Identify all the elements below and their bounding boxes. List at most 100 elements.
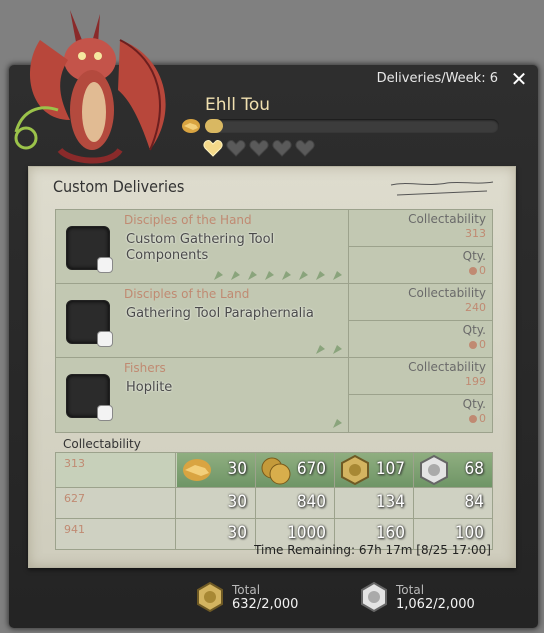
handshake-icon: [182, 119, 200, 133]
reward-cell: 670: [256, 453, 335, 487]
reward-value: 84: [464, 492, 484, 512]
npc-name: Ehll Tou: [205, 95, 271, 115]
pot-icon: [333, 271, 342, 280]
flask-icon: [316, 271, 325, 280]
item-count-icon: [469, 340, 477, 349]
reward-value: 107: [375, 459, 405, 479]
qty-label: Qty.: [462, 397, 486, 411]
collectability-value: 240: [465, 301, 486, 314]
rewards-table: 313 30 670 107 68 627 30 840 134 84 941 30 1000…: [55, 452, 493, 550]
entry-stats: Collectability 199 Qty. 0: [349, 358, 492, 432]
heart-empty-icon: [249, 140, 269, 157]
class-icons: [314, 343, 344, 356]
reward-row: 627 30 840 134 84: [56, 488, 492, 519]
close-icon[interactable]: ✕: [508, 68, 530, 90]
entry-item-name: Hoplite: [126, 380, 173, 395]
reward-cell: 84: [414, 488, 492, 518]
qty-label: Qty.: [462, 249, 486, 263]
delivery-entry: Disciples of the Hand Custom Gathering T…: [55, 209, 493, 285]
qty-value: 0: [479, 264, 486, 277]
leaf-icon: [333, 345, 342, 354]
entry-category: Disciples of the Land: [124, 287, 250, 301]
leaf-icon: [299, 271, 308, 280]
yellow-scrip-icon: [341, 454, 369, 486]
reward-cell: 134: [335, 488, 414, 518]
class-icons: [331, 417, 344, 430]
quantity-cell: Qty. 0: [349, 395, 492, 431]
entry-stats: Collectability 240 Qty. 0: [349, 284, 492, 358]
heart-empty-icon: [226, 140, 246, 157]
reward-value: 30: [227, 459, 247, 479]
delivery-item-slot[interactable]: Disciples of the Hand Custom Gathering T…: [56, 210, 349, 284]
signature-decoration: [390, 181, 494, 196]
reward-cell: 107: [335, 453, 414, 487]
delivery-item-slot[interactable]: Fishers Hoplite: [56, 358, 349, 432]
white-scrip-icon: [420, 454, 448, 486]
class-icons: [212, 269, 344, 282]
collectability-cell: Collectability 313: [349, 210, 492, 247]
reward-cell: 68: [414, 453, 492, 487]
collectability-label: Collectability: [408, 360, 486, 374]
time-remaining: Time Remaining: 67h 17m [8/25 17:00]: [254, 543, 491, 557]
delivery-item-icon: [66, 226, 113, 273]
paper-title: Custom Deliveries: [53, 177, 185, 196]
white-scrip-total: Total 1,062/2,000: [360, 582, 475, 612]
collectability-label: Collectability: [408, 212, 486, 226]
collectable-badge-icon: [97, 405, 113, 421]
reward-value: 30: [227, 492, 247, 512]
custom-deliveries-paper: Custom Deliveries Disciples of the Hand …: [28, 166, 516, 568]
reward-row: 313 30 670 107 68: [56, 453, 492, 488]
item-count-icon: [469, 266, 477, 275]
shield-icon: [282, 271, 291, 280]
delivery-item-slot[interactable]: Disciples of the Land Gathering Tool Par…: [56, 284, 349, 358]
reward-value: 840: [296, 492, 326, 512]
yellow-scrip-total-value: 632/2,000: [232, 596, 299, 612]
mortar-icon: [265, 271, 274, 280]
quantity-cell: Qty. 0: [349, 247, 492, 283]
collectable-badge-icon: [97, 331, 113, 347]
entry-item-name: Gathering Tool Paraphernalia: [126, 306, 314, 321]
reward-value: 134: [375, 492, 405, 512]
reward-value: 670: [296, 459, 326, 479]
relationship-hearts: [203, 139, 315, 157]
reward-cell: 30: [177, 488, 256, 518]
reward-value: 1000: [287, 523, 326, 543]
handshake-icon: [183, 459, 211, 481]
qty-label: Qty.: [462, 323, 486, 337]
gil-coins-icon: [261, 457, 291, 485]
heart-empty-icon: [295, 140, 315, 157]
delivery-entry: Fishers Hoplite Collectability 199 Qty. …: [55, 357, 493, 433]
reward-value: 160: [375, 523, 405, 543]
reward-cells: 30 840 134 84: [177, 488, 492, 518]
rewards-collectability-header: Collectability: [63, 437, 141, 451]
white-scrip-total-label: Total: [396, 582, 425, 597]
reward-value: 68: [464, 459, 484, 479]
reward-threshold: 313: [56, 453, 176, 487]
pickaxe-icon: [316, 345, 325, 354]
entry-item-name: Custom Gathering Tool Components: [126, 232, 275, 263]
reward-cell: 30: [177, 453, 256, 487]
deliveries-per-week: Deliveries/Week: 6: [376, 71, 498, 86]
qty-value-wrap: 0: [469, 338, 486, 351]
reward-threshold: 627: [56, 488, 176, 518]
reward-cells: 30 670 107 68: [177, 453, 492, 487]
fish-icon: [333, 419, 342, 428]
reward-cell: 30: [177, 519, 256, 549]
reward-value: 100: [454, 523, 484, 543]
reward-cell: 840: [256, 488, 335, 518]
entry-category: Disciples of the Hand: [124, 213, 252, 227]
quantity-cell: Qty. 0: [349, 321, 492, 357]
collectable-badge-icon: [97, 257, 113, 273]
entry-stats: Collectability 313 Qty. 0: [349, 210, 492, 284]
white-scrip-icon: [361, 582, 387, 612]
qty-value: 0: [479, 338, 486, 351]
collectability-value: 199: [465, 375, 486, 388]
heart-filled-icon: [203, 140, 223, 157]
delivery-item-icon: [66, 374, 113, 421]
qty-value-wrap: 0: [469, 264, 486, 277]
yellow-scrip-total-label: Total: [232, 582, 261, 597]
delivery-entry: Disciples of the Land Gathering Tool Par…: [55, 283, 493, 359]
item-count-icon: [469, 414, 477, 423]
collectability-value: 313: [465, 227, 486, 240]
needle-icon: [231, 271, 240, 280]
